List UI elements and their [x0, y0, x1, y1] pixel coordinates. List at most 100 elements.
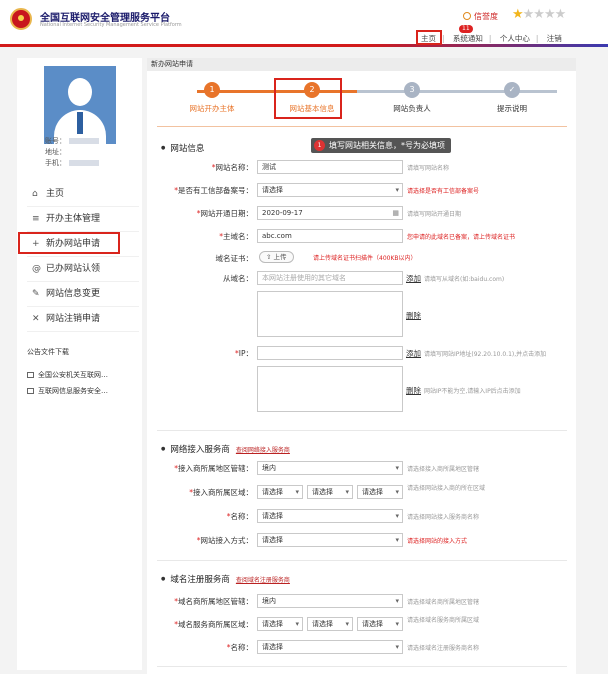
- site-name-label: *网站名称：: [211, 163, 253, 172]
- ip-hint: 请填写网站IP地址(92.20.10.0.1),并点击添加: [424, 351, 547, 358]
- ip-delete-link[interactable]: 删除: [406, 385, 421, 396]
- nav-notify-link[interactable]: 系统通知: [453, 34, 483, 43]
- open-date-label: *网站开通日期：: [196, 209, 253, 218]
- main-panel: 新办网站申请 1网站开办主体 2网站基本信息 3网站负责人 ✓提示说明 网站信息…: [147, 58, 576, 674]
- registrar-name-select[interactable]: 请选择: [257, 640, 403, 654]
- site-name-hint: 请填写网站名称: [407, 165, 450, 172]
- access-area-select[interactable]: 境内: [257, 461, 403, 475]
- sub-domain-input[interactable]: 本网站注册使用的其它域名: [257, 271, 403, 285]
- registrar-name-hint: 请选择域名注册服务商名称: [407, 645, 480, 652]
- notice-link-1[interactable]: 全国公安机关互联网…: [27, 370, 108, 380]
- credit-icon: [463, 12, 471, 20]
- domain-registrar-link[interactable]: 查阅域名注册服务商: [236, 577, 290, 584]
- home-icon: ⌂: [32, 189, 38, 199]
- tooltip-required: 1 填写网站相关信息，*号为必填项: [311, 138, 451, 153]
- credit-rating: 信誉度: [463, 11, 498, 22]
- notification-badge: 11: [459, 25, 473, 33]
- access-area-label: *接入商所属地区管辖：: [174, 464, 253, 473]
- step-4: ✓ 提示说明: [472, 82, 552, 114]
- sub-domain-add-link[interactable]: 添加: [406, 273, 421, 284]
- file-icon: [27, 388, 34, 394]
- sidebar-item-change[interactable]: ✎ 网站信息变更: [27, 282, 139, 307]
- site-subtitle: National Internet Security Management Se…: [40, 22, 182, 28]
- registrar-region-select-3[interactable]: 请选择: [357, 617, 403, 631]
- section-site-info: 网站信息: [161, 142, 204, 154]
- registrar-area-hint: 请选择域名商所属地区管辖: [407, 599, 480, 606]
- icp-hint: 请选择是否有工信部备案号: [407, 188, 480, 195]
- main-domain-label: *主域名：: [219, 232, 253, 241]
- main-domain-input[interactable]: abc.com: [257, 229, 403, 243]
- ip-label: *IP：: [235, 349, 253, 358]
- step-1: 1 网站开办主体: [172, 82, 252, 114]
- upload-icon: ⇧: [266, 253, 274, 261]
- close-icon: ✕: [32, 314, 40, 324]
- icp-label: *是否有工信部备案号：: [174, 186, 253, 195]
- sidebar: 账号： 地址： 手机： ⌂ 主页 ≡ 开办主体管理 + 新办网站申请 @ 已办网站认领 …: [17, 58, 142, 670]
- police-emblem-logo: [10, 8, 32, 30]
- sidebar-item-entity[interactable]: ≡ 开办主体管理: [27, 207, 139, 232]
- access-region-select-2[interactable]: 请选择: [307, 485, 353, 499]
- list-icon: ≡: [32, 214, 40, 224]
- access-mode-hint: 请选择网站的接入方式: [407, 538, 468, 545]
- star-off-icon: ★★★★: [522, 7, 567, 22]
- edit-icon: ✎: [32, 289, 40, 299]
- sidebar-item-claim[interactable]: @ 已办网站认领: [27, 257, 139, 282]
- site-name-input[interactable]: 测试: [257, 160, 403, 174]
- at-icon: @: [32, 264, 41, 274]
- access-region-select-3[interactable]: 请选择: [357, 485, 403, 499]
- section-access-provider: 网络接入服务商查阅网络接入服务商: [161, 443, 290, 455]
- notice-title: 公告文件下载: [27, 348, 69, 356]
- highlight-box-home: [416, 30, 442, 45]
- file-icon: [27, 372, 34, 378]
- registrar-area-label: *域名商所属地区管辖：: [174, 597, 253, 606]
- access-region-hint: 请选择网站接入商的所在区域: [407, 485, 486, 492]
- registrar-name-label: *名称：: [226, 643, 253, 652]
- highlight-box-step-2: [274, 78, 342, 119]
- access-name-select[interactable]: 请选择: [257, 509, 403, 523]
- header: 全国互联网安全管理服务平台 National Internet Security…: [0, 0, 608, 47]
- icp-select[interactable]: 请选择: [257, 183, 403, 197]
- access-area-hint: 请选择接入商所属地区管辖: [407, 466, 480, 473]
- account-info: 账号：: [45, 136, 99, 146]
- ip-delete-hint: 网站IP不能为空,请输入IP后点击添加: [424, 388, 521, 395]
- access-mode-select[interactable]: 请选择: [257, 533, 403, 547]
- sidebar-menu: ⌂ 主页 ≡ 开办主体管理 + 新办网站申请 @ 已办网站认领 ✎ 网站信息变更 ✕ 网站注…: [27, 182, 139, 332]
- registrar-region-label: *域名服务商所属区域：: [174, 620, 253, 629]
- breadcrumb: 新办网站申请: [147, 58, 576, 71]
- registrar-region-hint: 请选择域名服务商所属区域: [407, 617, 480, 624]
- step-3: 3 网站负责人: [372, 82, 452, 114]
- ip-list[interactable]: [257, 366, 403, 412]
- sidebar-item-home[interactable]: ⌂ 主页: [27, 182, 139, 207]
- header-divider: [0, 44, 608, 47]
- sub-domain-list[interactable]: [257, 291, 403, 337]
- registrar-region-select-2[interactable]: 请选择: [307, 617, 353, 631]
- main-domain-hint: 您申请的此域名已备案，请上传域名证书: [407, 234, 516, 241]
- access-name-label: *名称：: [226, 512, 253, 521]
- avatar: [44, 66, 116, 144]
- upload-button[interactable]: ⇧ 上传: [259, 251, 294, 263]
- open-date-hint: 请填写网站开通日期: [407, 211, 462, 218]
- access-region-select-1[interactable]: 请选择: [257, 485, 303, 499]
- access-mode-label: *网站接入方式：: [196, 536, 253, 545]
- registrar-region-select-1[interactable]: 请选择: [257, 617, 303, 631]
- open-date-input[interactable]: 2020-09-17: [257, 206, 403, 220]
- rating-stars: ★★★★★: [512, 7, 567, 22]
- nav-personal-link[interactable]: 个人中心: [500, 34, 530, 43]
- notice-link-2[interactable]: 互联网信息服务安全…: [27, 386, 108, 396]
- domain-cert-label: 域名证书：: [215, 254, 254, 263]
- ip-add-link[interactable]: 添加: [406, 348, 421, 359]
- ip-input[interactable]: [257, 346, 403, 360]
- address-info: 地址：: [45, 148, 66, 156]
- section-domain-registrar: 域名注册服务商查阅域名注册服务商: [161, 573, 290, 585]
- sidebar-item-cancel[interactable]: ✕ 网站注销申请: [27, 307, 139, 332]
- access-provider-link[interactable]: 查阅网络接入服务商: [236, 447, 290, 454]
- domain-cert-hint: 请上传域名证书扫描件（400KB以内）: [313, 255, 417, 262]
- nav-logout-link[interactable]: 注销: [547, 34, 562, 43]
- sub-domain-label: 从域名：: [223, 274, 253, 283]
- registrar-area-select[interactable]: 境内: [257, 594, 403, 608]
- sub-domain-delete-link[interactable]: 删除: [406, 310, 421, 321]
- credit-label: 信誉度: [474, 12, 498, 21]
- access-name-hint: 请选择网站接入服务商名称: [407, 514, 480, 521]
- highlight-box-new-site: [18, 232, 120, 254]
- star-on-icon: ★: [512, 7, 524, 22]
